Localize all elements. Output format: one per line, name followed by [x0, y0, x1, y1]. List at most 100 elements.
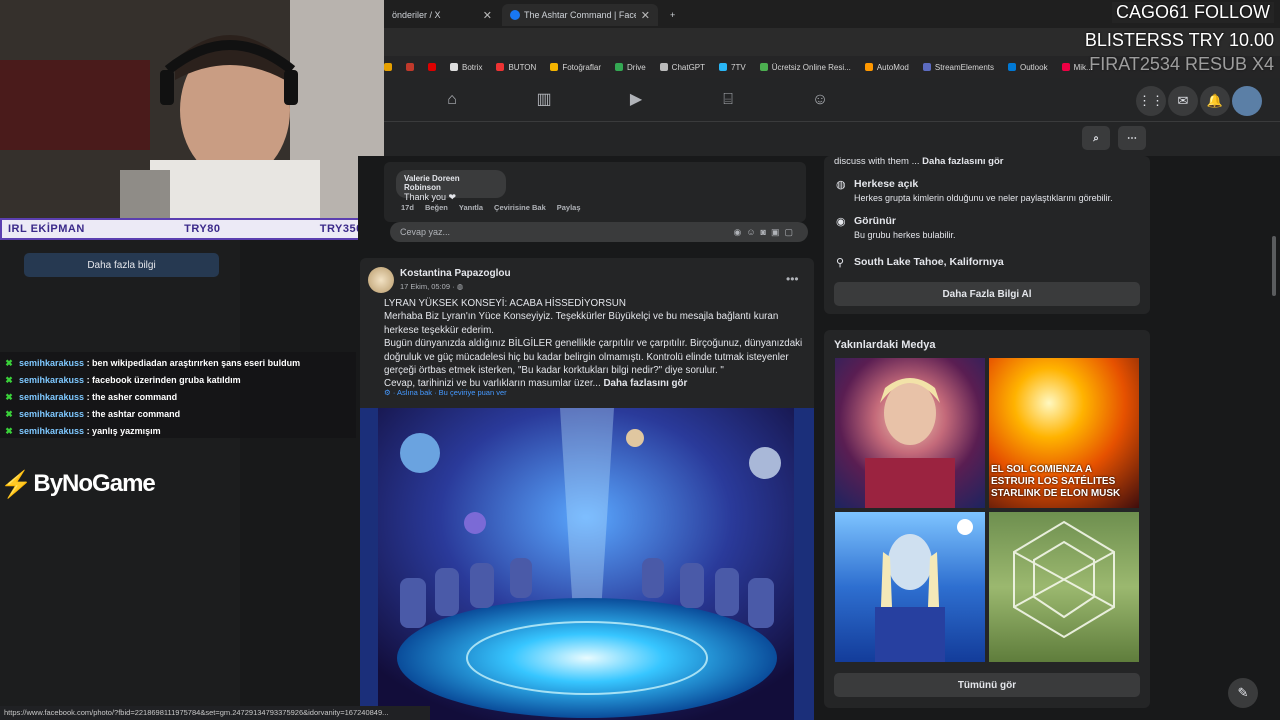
chat-username: semihkarakuss [19, 408, 85, 419]
menu-grid-icon[interactable]: ⋮⋮ [1136, 86, 1166, 116]
kick-icon: ✖ [5, 374, 13, 385]
chat-line: ✖ semihkarakuss : facebook üzerinden grub… [0, 371, 356, 388]
about-public-desc: Herkes grupta kimlerin olduğunu ve neler… [854, 193, 1113, 203]
compose-edit-icon[interactable]: ✎ [1228, 678, 1258, 708]
messenger-icon[interactable]: ✉ [1168, 86, 1198, 116]
reply-tools-icons[interactable]: ◉☺◙▣▢ [734, 227, 799, 238]
stream-chat: ✖ semihkarakuss : ben wikipediadan araştı… [0, 352, 356, 438]
see-translation-link[interactable]: Çevirisine Bak [494, 203, 546, 212]
more-info-button[interactable]: Daha fazla bilgi [24, 253, 219, 277]
media-thumb[interactable] [989, 512, 1139, 662]
about-visible-title: Görünür [854, 215, 896, 227]
bookmark-item[interactable]: Drive [615, 63, 646, 72]
donation-goal-bar: IRL EKİPMAN TRY80 TRY35000 [0, 218, 384, 240]
reply-placeholder: Cevap yaz... [400, 227, 451, 237]
see-more-link[interactable]: Daha fazlasını gör [603, 378, 687, 389]
tab-title: The Ashtar Command | Facebo [524, 10, 636, 20]
chat-username: semihkarakuss [19, 374, 85, 385]
video-icon[interactable]: ▶ [626, 90, 646, 110]
more-info-about-button[interactable]: Daha Fazla Bilgi Al [834, 282, 1140, 306]
about-snippet-text: discuss with them ... [834, 156, 920, 167]
pages-icon[interactable]: ▥ [534, 90, 554, 110]
bookmark-item[interactable]: ChatGPT [659, 63, 705, 72]
share-link[interactable]: Paylaş [557, 203, 581, 212]
media-thumb[interactable]: EL SOL COMIENZA A ESTRUIR LOS SATÉLITES … [989, 358, 1139, 508]
kick-icon: ✖ [5, 408, 13, 419]
scrollbar-thumb[interactable] [1272, 236, 1276, 296]
media-thumb[interactable] [835, 358, 985, 508]
post-date: 17 Ekim, 05:09 · ◍ [400, 282, 463, 291]
kick-icon: ✖ [5, 391, 13, 402]
chat-message: : facebook üzerinden gruba katıldım [86, 374, 241, 385]
chat-message: : ben wikipediadan araştırırken şans ese… [86, 357, 301, 368]
reply-input[interactable]: Cevap yaz... ◉☺◙▣▢ [390, 222, 808, 242]
translation-links[interactable]: · Aslına bak · Bu çeviriye puan ver [393, 388, 507, 397]
browser-tab-active[interactable]: The Ashtar Command | Facebo ✕ [502, 4, 658, 26]
like-link[interactable]: Beğen [425, 203, 448, 212]
close-tab-icon[interactable]: ✕ [483, 9, 492, 22]
bookmark-item[interactable]: AutoMod [864, 63, 909, 72]
comment-author[interactable]: Valerie Doreen Robinson [404, 174, 498, 192]
about-visible-desc: Bu grubu herkes bulabilir. [854, 230, 956, 240]
about-public-title: Herkese açık [854, 178, 919, 190]
webcam-feed [0, 0, 384, 218]
browser-tab[interactable]: önderiler / X ✕ [384, 4, 500, 26]
status-bar-url: https://www.facebook.com/photo/?fbid=221… [0, 706, 430, 720]
post-image[interactable] [360, 408, 814, 720]
more-options-icon[interactable]: ⋯ [1118, 126, 1146, 150]
new-tab-button[interactable]: + [662, 4, 682, 26]
bookmark-item[interactable] [384, 63, 392, 71]
bookmark-item[interactable] [406, 63, 414, 71]
bookmark-item[interactable]: Outlook [1008, 63, 1048, 72]
see-all-media-button[interactable]: Tümünü gör [834, 673, 1140, 697]
kick-icon: ✖ [5, 357, 13, 368]
about-location: ⚲ South Lake Tahoe, Kalifornıya [836, 256, 1004, 269]
donation-goal-current: TRY80 [184, 223, 221, 235]
notifications-icon[interactable]: 🔔 [1200, 86, 1230, 116]
bookmark-favicon [496, 63, 505, 71]
about-visible: ◉ Görünür Bu grubu herkes bulabilir. [836, 215, 956, 240]
comment-text: Thank you ❤ [404, 192, 457, 202]
about-see-more-link[interactable]: Daha fazlasını gör [922, 156, 1003, 167]
search-icon[interactable]: ⌕ [1082, 126, 1110, 150]
chat-message: : the ashtar command [86, 408, 181, 419]
bookmark-favicon [922, 63, 931, 71]
bookmark-label: StreamElements [934, 62, 994, 72]
profile-avatar[interactable] [1232, 86, 1262, 116]
bookmark-item[interactable]: Ücretsiz Online Resi... [759, 63, 851, 72]
bookmark-item[interactable]: BUTON [496, 63, 536, 72]
groups-icon[interactable]: ☺ [810, 90, 830, 110]
group-sub-bar: ⌕ ⋯ [384, 122, 1280, 156]
post-author[interactable]: Kostantina Papazoglou [400, 268, 511, 279]
chat-message: : yanlış yazmışım [86, 425, 161, 436]
media-thumb[interactable] [835, 512, 985, 662]
about-public: ◍ Herkese açık Herkes grupta kimlerin ol… [836, 178, 1113, 203]
bookmark-item[interactable]: Fotoğraflar [550, 63, 601, 72]
bookmark-item[interactable]: Botrix [450, 63, 482, 72]
bookmark-favicon [864, 63, 873, 71]
bookmark-item[interactable] [428, 63, 436, 71]
nearby-media-title: Yakınlardaki Medya [834, 339, 936, 351]
about-location-text[interactable]: South Lake Tahoe, Kalifornıya [854, 256, 1004, 268]
alert-resub: FIRAT2534 RESUB X4 [1089, 54, 1274, 74]
bookmark-favicon [1061, 63, 1070, 71]
bookmark-item[interactable]: 7TV [719, 63, 746, 72]
comment-time: 17d [401, 203, 414, 212]
chat-username: semihkarakuss [19, 391, 85, 402]
bookmark-label: BUTON [508, 62, 537, 72]
chat-message: : the asher command [86, 391, 178, 402]
marketplace-icon[interactable]: ⌸ [718, 90, 738, 110]
bookmark-item[interactable]: StreamElements [922, 62, 994, 72]
alert-donation: BLISTERSS TRY 10.00 [1084, 30, 1274, 50]
post-options-icon[interactable]: ••• [786, 272, 799, 286]
bookmark-favicon [1008, 63, 1016, 71]
comment-bubble: Valerie Doreen Robinson Thank you ❤ [396, 170, 506, 202]
post-date-text: 17 Ekim, 05:09 · [400, 282, 457, 291]
chat-line: ✖ semihkarakuss : ben wikipediadan araştı… [0, 354, 356, 371]
reply-link[interactable]: Yanıtla [459, 203, 483, 212]
sponsor-logo-icon: ⚡ [0, 468, 32, 499]
bookmark-favicon [406, 63, 414, 71]
post-author-avatar[interactable] [368, 267, 394, 293]
home-icon[interactable]: ⌂ [442, 90, 462, 110]
close-tab-icon[interactable]: ✕ [641, 9, 650, 22]
